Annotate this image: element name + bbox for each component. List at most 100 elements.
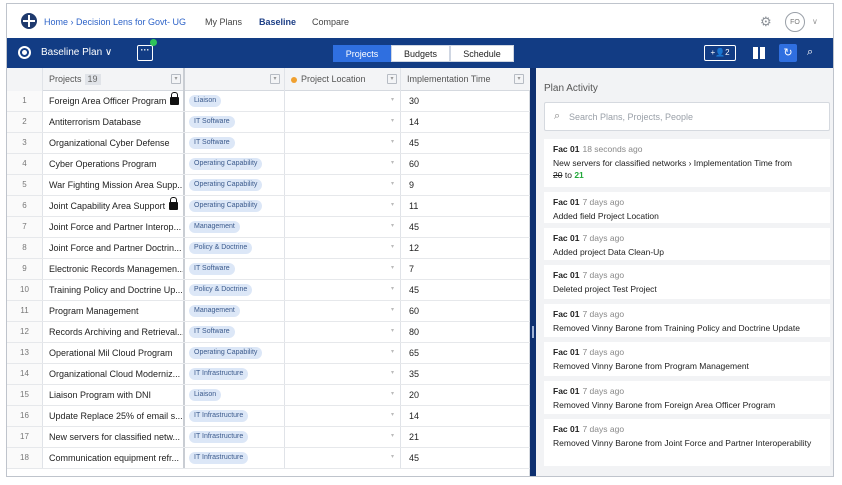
category-cell[interactable]: Operating Capability [185, 154, 285, 174]
project-name-cell[interactable]: Cyber Operations Program [43, 154, 185, 174]
table-row[interactable]: 15 Liaison Program with DNI Liaison 20 [7, 385, 530, 406]
implementation-time-cell[interactable]: 9 [401, 175, 530, 195]
tab-schedule[interactable]: Schedule [450, 45, 514, 62]
implementation-time-cell[interactable]: 60 [401, 154, 530, 174]
category-cell[interactable]: IT Infrastructure [185, 427, 285, 447]
implementation-time-cell[interactable]: 30 [401, 91, 530, 111]
category-filter-icon[interactable]: ▾ [270, 74, 280, 84]
project-name-cell[interactable]: Training Policy and Doctrine Up... [43, 280, 185, 300]
project-name-cell[interactable]: Records Archiving and Retrieval... [43, 322, 185, 342]
implementation-time-cell[interactable]: 12 [401, 238, 530, 258]
nav-baseline[interactable]: Baseline [259, 17, 296, 27]
location-cell[interactable] [285, 175, 401, 195]
location-cell[interactable] [285, 91, 401, 111]
chevron-down-icon[interactable]: ∨ [812, 17, 818, 26]
location-cell[interactable] [285, 427, 401, 447]
nav-my-plans[interactable]: My Plans [205, 17, 242, 27]
table-row[interactable]: 4 Cyber Operations Program Operating Capab… [7, 154, 530, 175]
location-cell[interactable] [285, 448, 401, 468]
table-row[interactable]: 10 Training Policy and Doctrine Up... Poli… [7, 280, 530, 301]
table-row[interactable]: 17 New servers for classified netw... IT I… [7, 427, 530, 448]
table-row[interactable]: 16 Update Replace 25% of email s... IT Inf… [7, 406, 530, 427]
projects-filter-icon[interactable]: ▾ [171, 74, 181, 84]
location-cell[interactable] [285, 238, 401, 258]
implementation-time-cell[interactable]: 45 [401, 448, 530, 468]
project-name-cell[interactable]: New servers for classified netw... [43, 427, 185, 447]
project-name-cell[interactable]: Antiterrorism Database [43, 112, 185, 132]
activity-item[interactable]: Fac 01 7 days ago Removed Vinny Barone fro… [544, 304, 830, 337]
category-cell[interactable]: Management [185, 217, 285, 237]
project-name-cell[interactable]: Joint Force and Partner Interop... [43, 217, 185, 237]
activity-item[interactable]: Fac 01 7 days ago Removed Vinny Barone fro… [544, 419, 830, 466]
table-row[interactable]: 12 Records Archiving and Retrieval... IT S… [7, 322, 530, 343]
project-name-cell[interactable]: Organizational Cyber Defense [43, 133, 185, 153]
category-cell[interactable]: Management [185, 301, 285, 321]
table-row[interactable]: 9 Electronic Records Managemen... IT Softw… [7, 259, 530, 280]
project-name-cell[interactable]: Joint Capability Area Support [43, 196, 185, 216]
activity-search-input[interactable] [569, 109, 819, 125]
tab-budgets[interactable]: Budgets [391, 45, 450, 62]
table-row[interactable]: 13 Operational Mil Cloud Program Operating… [7, 343, 530, 364]
tab-projects[interactable]: Projects [333, 45, 391, 62]
activity-item[interactable]: Fac 01 7 days ago Added field Project Loca… [544, 192, 830, 223]
columns-icon[interactable] [753, 47, 765, 59]
project-name-cell[interactable]: Communication equipment refr... [43, 448, 185, 468]
table-row[interactable]: 3 Organizational Cyber Defense IT Software… [7, 133, 530, 154]
table-row[interactable]: 8 Joint Force and Partner Doctrin... Polic… [7, 238, 530, 259]
project-name-cell[interactable]: Operational Mil Cloud Program [43, 343, 185, 363]
table-row[interactable]: 18 Communication equipment refr... IT Infr… [7, 448, 530, 469]
implementation-time-cell[interactable]: 60 [401, 301, 530, 321]
table-row[interactable]: 14 Organizational Cloud Moderniz... IT Inf… [7, 364, 530, 385]
project-name-cell[interactable]: Foreign Area Officer Program [43, 91, 185, 111]
table-row[interactable]: 6 Joint Capability Area Support Operating … [7, 196, 530, 217]
location-cell[interactable] [285, 322, 401, 342]
implementation-time-cell[interactable]: 65 [401, 343, 530, 363]
location-cell[interactable] [285, 133, 401, 153]
category-cell[interactable]: IT Infrastructure [185, 364, 285, 384]
location-cell[interactable] [285, 385, 401, 405]
project-name-cell[interactable]: Program Management [43, 301, 185, 321]
activity-item[interactable]: Fac 01 18 seconds ago New servers for cla… [544, 139, 830, 187]
location-cell[interactable] [285, 280, 401, 300]
location-cell[interactable] [285, 343, 401, 363]
plan-selector[interactable]: Baseline Plan ∨ [41, 47, 112, 58]
implementation-time-cell[interactable]: 20 [401, 385, 530, 405]
time-column-header[interactable]: Implementation Time [401, 68, 530, 91]
app-logo-icon[interactable] [21, 13, 37, 29]
location-cell[interactable] [285, 217, 401, 237]
category-cell[interactable]: IT Software [185, 112, 285, 132]
category-cell[interactable]: IT Software [185, 133, 285, 153]
table-row[interactable]: 1 Foreign Area Officer Program Liaison 30 [7, 91, 530, 112]
table-row[interactable]: 11 Program Management Management 60 [7, 301, 530, 322]
location-filter-icon[interactable]: ▾ [387, 74, 397, 84]
category-cell[interactable]: Operating Capability [185, 343, 285, 363]
project-name-cell[interactable]: Joint Force and Partner Doctrin... [43, 238, 185, 258]
category-cell[interactable]: Policy & Doctrine [185, 238, 285, 258]
activity-item[interactable]: Fac 01 7 days ago Removed Vinny Barone fro… [544, 342, 830, 376]
category-cell[interactable]: Operating Capability [185, 196, 285, 216]
projects-column-header[interactable]: Projects 19 [43, 68, 185, 91]
table-row[interactable]: 2 Antiterrorism Database IT Software 14 [7, 112, 530, 133]
location-column-header[interactable]: Project Location [285, 68, 401, 91]
activity-item[interactable]: Fac 01 7 days ago Removed Vinny Barone fro… [544, 381, 830, 414]
category-cell[interactable]: IT Infrastructure [185, 406, 285, 426]
project-name-cell[interactable]: Liaison Program with DNI [43, 385, 185, 405]
add-people-button[interactable]: +👤2 [704, 45, 736, 61]
more-options-button[interactable]: ··· [137, 45, 153, 61]
implementation-time-cell[interactable]: 35 [401, 364, 530, 384]
project-name-cell[interactable]: Update Replace 25% of email s... [43, 406, 185, 426]
category-cell[interactable]: Liaison [185, 91, 285, 111]
table-row[interactable]: 7 Joint Force and Partner Interop... Manag… [7, 217, 530, 238]
location-cell[interactable] [285, 301, 401, 321]
location-cell[interactable] [285, 259, 401, 279]
category-cell[interactable]: Operating Capability [185, 175, 285, 195]
breadcrumb[interactable]: Home › Decision Lens for Govt- UG [44, 17, 186, 27]
nav-compare[interactable]: Compare [312, 17, 349, 27]
project-name-cell[interactable]: War Fighting Mission Area Supp... [43, 175, 185, 195]
project-name-cell[interactable]: Electronic Records Managemen... [43, 259, 185, 279]
avatar[interactable]: FO [785, 12, 805, 32]
location-cell[interactable] [285, 406, 401, 426]
category-cell[interactable]: Liaison [185, 385, 285, 405]
category-cell[interactable]: IT Infrastructure [185, 448, 285, 468]
implementation-time-cell[interactable]: 21 [401, 427, 530, 447]
